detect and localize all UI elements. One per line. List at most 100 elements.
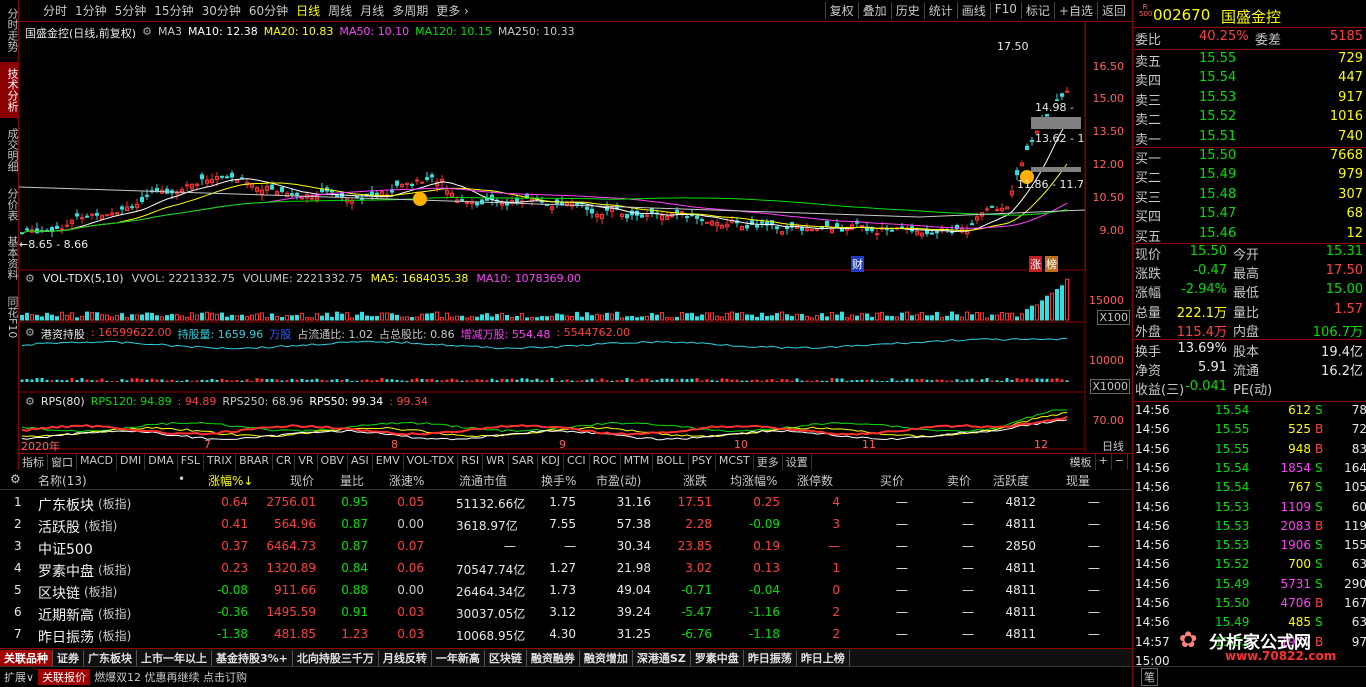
indicator-cr-button[interactable]: CR [273, 454, 296, 470]
sector-tab[interactable]: 罗素中盘 [691, 649, 744, 666]
period-30min[interactable]: 30分钟 [198, 2, 245, 19]
event-finance-badge[interactable]: 财 [851, 256, 864, 272]
col-float-cap[interactable]: 流通市值 [459, 472, 507, 489]
kline-chart[interactable] [19, 22, 1132, 453]
indicator-kdj-button[interactable]: KDJ [538, 454, 564, 470]
indicator-dmi-button[interactable]: DMI [117, 454, 146, 470]
indicator-psy-button[interactable]: PSY [689, 454, 716, 470]
f10-button[interactable]: F10 [989, 2, 1021, 19]
order-level[interactable]: 卖五 15.55 729 [1133, 51, 1366, 72]
indicator--button[interactable]: 更多 [754, 454, 783, 470]
vtab-trades[interactable]: 成交明细 [0, 122, 19, 178]
table-row[interactable]: 2 活跃股 (板指) 0.41 564.96 0.87 0.00 3618.97亿 7.55 57… [0, 514, 1132, 536]
sector-tab[interactable]: 昨日上榜 [797, 649, 850, 666]
col-turnover[interactable]: 换手% [541, 472, 576, 489]
indicator-rsi-button[interactable]: RSI [458, 454, 484, 470]
tick-count-button[interactable]: 笔 [1141, 668, 1158, 686]
indicator--button[interactable]: 指标 [19, 454, 48, 470]
period-intraday[interactable]: 分时 [39, 2, 71, 19]
period-5min[interactable]: 5分钟 [111, 2, 151, 19]
period-15min[interactable]: 15分钟 [150, 2, 197, 19]
indicator-trix-button[interactable]: TRIX [204, 454, 237, 470]
col-change[interactable]: 涨跌 [683, 472, 707, 489]
indicator-voltdx-button[interactable]: VOL-TDX [404, 454, 459, 470]
col-cur-vol[interactable]: 现量 [1066, 472, 1090, 489]
period-multi[interactable]: 多周期 [388, 2, 432, 19]
overlay-button[interactable]: 叠加 [857, 2, 891, 19]
indicator-mcst-button[interactable]: MCST [716, 454, 754, 470]
col-change-pct[interactable]: 涨幅%↓ [208, 472, 253, 489]
draw-line-button[interactable]: 画线 [956, 2, 990, 19]
order-level[interactable]: 买一 15.50 7668 [1133, 148, 1366, 169]
sector-tab[interactable]: 证券 [53, 649, 84, 666]
indicator-boll-button[interactable]: BOLL [653, 454, 689, 470]
col-activity[interactable]: 活跃度 [993, 472, 1029, 489]
col-vol-ratio[interactable]: 量比 [340, 472, 364, 489]
template-button[interactable]: 模板 [1067, 454, 1096, 470]
order-level[interactable]: 卖四 15.54 447 [1133, 70, 1366, 91]
col-speed[interactable]: 涨速% [389, 472, 424, 489]
sector-tab[interactable]: 上市一年以上 [137, 649, 212, 666]
statistics-button[interactable]: 统计 [923, 2, 957, 19]
indicator-macd-button[interactable]: MACD [77, 454, 117, 470]
col-name[interactable]: 名称(13) [38, 472, 87, 489]
indicator-cci-button[interactable]: CCI [564, 454, 590, 470]
sector-tab[interactable]: 月线反转 [379, 649, 432, 666]
signal-icon[interactable] [413, 192, 427, 206]
vtab-profile[interactable]: 基本资料 [0, 230, 19, 286]
indicator-dma-button[interactable]: DMA [145, 454, 178, 470]
sector-tab[interactable]: 区块链 [485, 649, 527, 666]
order-level[interactable]: 买二 15.49 979 [1133, 167, 1366, 188]
period-daily[interactable]: 日线 [292, 2, 324, 19]
table-row[interactable]: 1 广东板块 (板指) 0.64 2756.01 0.95 0.05 51132.66亿 1.7… [0, 492, 1132, 514]
table-row[interactable]: 7 昨日振荡 (板指) -1.38 481.85 1.23 0.03 10068.95亿 4.3… [0, 624, 1132, 646]
col-pe[interactable]: 市盈(动) [596, 472, 641, 489]
mark-button[interactable]: 标记 [1020, 2, 1054, 19]
vtab-technical[interactable]: 技术分析 [0, 62, 19, 118]
col-ask[interactable]: 卖价 [947, 472, 971, 489]
table-row[interactable]: 3 中证500 0.37 6464.73 0.87 0.07 — — 30.34 23.85 0.1… [0, 536, 1132, 558]
order-level[interactable]: 卖三 15.53 917 [1133, 90, 1366, 111]
sector-tab[interactable]: 融资增加 [580, 649, 633, 666]
event-limitup-badge[interactable]: 涨 [1029, 256, 1042, 272]
vtab-price-table[interactable]: 分价表 [0, 182, 19, 226]
period-monthly[interactable]: 月线 [356, 2, 388, 19]
sector-tab[interactable]: 北向持股三千万 [293, 649, 379, 666]
sector-tab[interactable]: 昨日振荡 [744, 649, 797, 666]
indicator-sar-button[interactable]: SAR [509, 454, 539, 470]
vol-settings-icon[interactable]: ⚙ [25, 272, 35, 285]
period-more[interactable]: 更多 › [432, 2, 473, 19]
col-limit-up[interactable]: 涨停数 [797, 472, 833, 489]
sector-tab[interactable]: 广东板块 [84, 649, 137, 666]
period-weekly[interactable]: 周线 [324, 2, 356, 19]
indicator-vr-button[interactable]: VR [295, 454, 318, 470]
history-button[interactable]: 历史 [890, 2, 924, 19]
col-price[interactable]: 现价 [290, 472, 314, 489]
order-level[interactable]: 买四 15.47 68 [1133, 206, 1366, 227]
indicator-wr-button[interactable]: WR [483, 454, 509, 470]
table-row[interactable]: 6 近期新高 (板指) -0.36 1495.59 0.91 0.03 30037.05亿 3.… [0, 602, 1132, 624]
related-quote-tab[interactable]: 关联报价 [38, 669, 91, 685]
indicator--button[interactable]: 窗口 [48, 454, 77, 470]
sector-tab[interactable]: 关联品种 [0, 649, 53, 666]
stock-code[interactable]: 002670 [1153, 6, 1210, 24]
indicator-brar-button[interactable]: BRAR [236, 454, 274, 470]
indicator-fsl-button[interactable]: FSL [178, 454, 204, 470]
add-pane-button[interactable]: + [1096, 454, 1112, 470]
indicator-roc-button[interactable]: ROC [590, 454, 621, 470]
promo-link[interactable]: 燃爆双12 优惠再继续 点击订购 [90, 669, 251, 685]
indicator-obv-button[interactable]: OBV [318, 454, 348, 470]
restore-rights-button[interactable]: 复权 [824, 2, 858, 19]
indicator-mtm-button[interactable]: MTM [621, 454, 654, 470]
col-avg-change[interactable]: 均涨幅% [730, 472, 777, 489]
indicator-emv-button[interactable]: EMV [373, 454, 404, 470]
table-row[interactable]: 5 区块链 (板指) -0.08 911.66 0.88 0.00 26464.34亿 1.73… [0, 580, 1132, 602]
event-list-badge[interactable]: 榜 [1045, 256, 1058, 272]
table-settings-icon[interactable]: ⚙ [10, 472, 21, 486]
chart-settings-icon[interactable]: ⚙ [142, 25, 152, 41]
sector-tab[interactable]: 基金持股3%+ [212, 649, 293, 666]
vtab-intraday[interactable]: 分时走势 [0, 2, 19, 58]
indicator-asi-button[interactable]: ASI [348, 454, 373, 470]
sector-tab[interactable]: 一年新高 [432, 649, 485, 666]
rps-settings-icon[interactable]: ⚙ [25, 395, 35, 408]
